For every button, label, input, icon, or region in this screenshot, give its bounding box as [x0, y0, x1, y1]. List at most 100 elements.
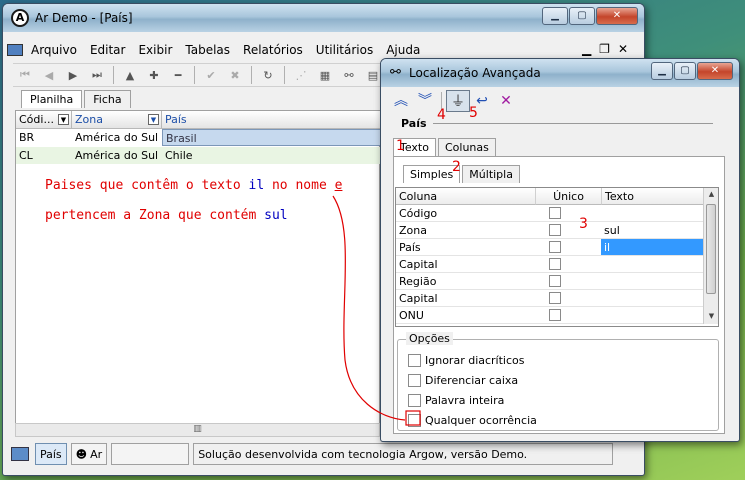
scroll-up-icon[interactable]: ▲	[704, 190, 719, 198]
menu-editar[interactable]: Editar	[90, 43, 126, 57]
unique-checkbox[interactable]	[549, 309, 561, 321]
binoculars-icon[interactable]: ⚯	[337, 69, 361, 82]
dialog-titlebar[interactable]: ⚯ Localização Avançada ▁ ▢ ✕	[381, 59, 739, 87]
text-cell[interactable]	[601, 290, 703, 306]
scroll-thumb[interactable]	[706, 204, 716, 294]
menu-arquivo[interactable]: Arquivo	[31, 43, 77, 57]
maximize-button[interactable]: ▢	[569, 7, 595, 25]
table-row[interactable]: Capital	[396, 290, 706, 307]
status-message: Solução desenvolvida com tecnologia Argo…	[193, 443, 614, 465]
confirm-icon[interactable]: ✔	[199, 69, 223, 82]
next-record-icon[interactable]: ▶	[61, 69, 85, 82]
cancel-icon[interactable]: ✖	[223, 69, 247, 82]
doc-icon[interactable]	[7, 44, 23, 56]
col-header-codigo[interactable]: Códi... ▼	[16, 111, 72, 129]
column-filter-grid: Coluna Único Texto Código Zona sul País …	[395, 187, 719, 327]
main-window-title: Ar Demo - [País]	[35, 11, 133, 25]
option-ignorar-diacriticos[interactable]: Ignorar diacríticos	[408, 354, 525, 367]
chevron-down-icon[interactable]: ▼	[58, 114, 69, 125]
user-icon: ☻	[75, 447, 88, 461]
first-record-icon[interactable]: ⏮	[13, 68, 37, 82]
search-field-label: País	[401, 117, 427, 130]
close-button[interactable]: ✕	[596, 7, 638, 25]
checkbox[interactable]	[408, 394, 421, 407]
menu-tabelas[interactable]: Tabelas	[185, 43, 230, 57]
col-header-zona[interactable]: Zona ▼	[72, 111, 162, 129]
move-up-icon[interactable]: ▲	[118, 69, 142, 82]
last-record-icon[interactable]: ⏭	[85, 68, 109, 82]
annotation-line-2: pertencem a Zona que contém sul	[45, 208, 288, 223]
menu-utilitarios[interactable]: Utilitários	[316, 43, 373, 57]
dialog-minimize-button[interactable]: ▁	[651, 62, 673, 80]
clear-x-icon[interactable]: ✕	[494, 90, 518, 112]
text-cell[interactable]: il	[601, 239, 703, 255]
add-icon[interactable]: ✚	[142, 69, 166, 82]
subtab-multipla[interactable]: Múltipla	[462, 165, 520, 183]
status-tab-ar[interactable]: ☻ Ar	[70, 443, 108, 465]
app-logo-icon: A	[11, 9, 29, 27]
prev-record-icon[interactable]: ◀	[37, 69, 61, 82]
checkbox[interactable]	[408, 354, 421, 367]
text-cell[interactable]	[601, 205, 703, 221]
table-row[interactable]: Código	[396, 205, 706, 222]
options-legend: Opções	[406, 332, 453, 345]
unique-checkbox[interactable]	[549, 258, 561, 270]
option-palavra-inteira[interactable]: Palavra inteira	[408, 394, 504, 407]
table-row[interactable]: País il	[396, 239, 706, 256]
menu-exibir[interactable]: Exibir	[138, 43, 172, 57]
text-cell[interactable]	[601, 307, 703, 323]
checkbox[interactable]	[408, 414, 421, 427]
unique-checkbox[interactable]	[549, 292, 561, 304]
collapse-up-icon[interactable]: ︽	[389, 90, 413, 112]
monitor-icon	[11, 447, 29, 461]
tab-planilha[interactable]: Planilha	[21, 90, 83, 108]
dialog-subtabs: Simples Múltipla	[403, 165, 522, 183]
table-row[interactable]: Região	[396, 273, 706, 290]
status-tab-pais[interactable]: País	[35, 443, 67, 465]
minimize-button[interactable]: ▁	[542, 7, 568, 25]
cell-zona: América do Sul	[75, 149, 159, 162]
unique-checkbox[interactable]	[549, 224, 561, 236]
grid-icon[interactable]: ▦	[313, 69, 337, 82]
dialog-maximize-button[interactable]: ▢	[674, 62, 696, 80]
binoculars-icon: ⚯	[390, 65, 401, 80]
text-cell[interactable]	[601, 256, 703, 272]
step-number-3: 3	[579, 216, 588, 232]
tab-colunas[interactable]: Colunas	[437, 138, 496, 156]
filter-icon[interactable]: ⋰	[289, 69, 313, 82]
unique-checkbox[interactable]	[549, 275, 561, 287]
table-row[interactable]: CL América do Sul Chile	[16, 147, 381, 164]
mdi-controls[interactable]: ▁❐✕	[582, 42, 636, 56]
checkbox[interactable]	[408, 374, 421, 387]
options-group: Opções Ignorar diacríticos Diferenciar c…	[397, 332, 719, 431]
horizontal-scrollbar[interactable]: ▥	[15, 423, 380, 437]
text-cell[interactable]	[601, 273, 703, 289]
text-cell[interactable]: sul	[601, 222, 703, 238]
option-qualquer-ocorrencia[interactable]: Qualquer ocorrência	[408, 414, 537, 427]
table-row[interactable]: Zona sul	[396, 222, 706, 239]
col-header-pais[interactable]: País	[162, 111, 381, 129]
step-number-2: 2	[452, 159, 461, 175]
menu-relatorios[interactable]: Relatórios	[243, 43, 303, 57]
unique-checkbox[interactable]	[549, 241, 561, 253]
main-titlebar[interactable]: A Ar Demo - [País] ▁ ▢ ✕	[3, 4, 644, 32]
table-row[interactable]: Capital	[396, 256, 706, 273]
remove-icon[interactable]: ━	[166, 69, 190, 82]
dialog-close-button[interactable]: ✕	[697, 62, 733, 80]
unique-checkbox[interactable]	[549, 207, 561, 219]
table-row[interactable]: ONU	[396, 307, 706, 324]
status-empty	[111, 443, 190, 465]
refresh-icon[interactable]: ↻	[256, 69, 280, 82]
menu-ajuda[interactable]: Ajuda	[386, 43, 420, 57]
data-grid: Códi... ▼ Zona ▼ País BR América do Sul Br…	[15, 110, 381, 430]
option-diferenciar-caixa[interactable]: Diferenciar caixa	[408, 374, 518, 387]
chevron-down-icon[interactable]: ▼	[148, 114, 159, 125]
filter-funnel-icon[interactable]: ⏚	[446, 90, 470, 112]
tab-ficha[interactable]: Ficha	[84, 90, 131, 108]
cell-pais: Brasil	[162, 129, 381, 146]
vertical-scrollbar[interactable]: ▲ ▼	[703, 188, 718, 324]
scroll-down-icon[interactable]: ▼	[704, 312, 719, 320]
field-divider	[433, 123, 713, 124]
expand-down-icon[interactable]: ︾	[413, 90, 437, 112]
table-row[interactable]: BR América do Sul Brasil	[16, 129, 381, 146]
